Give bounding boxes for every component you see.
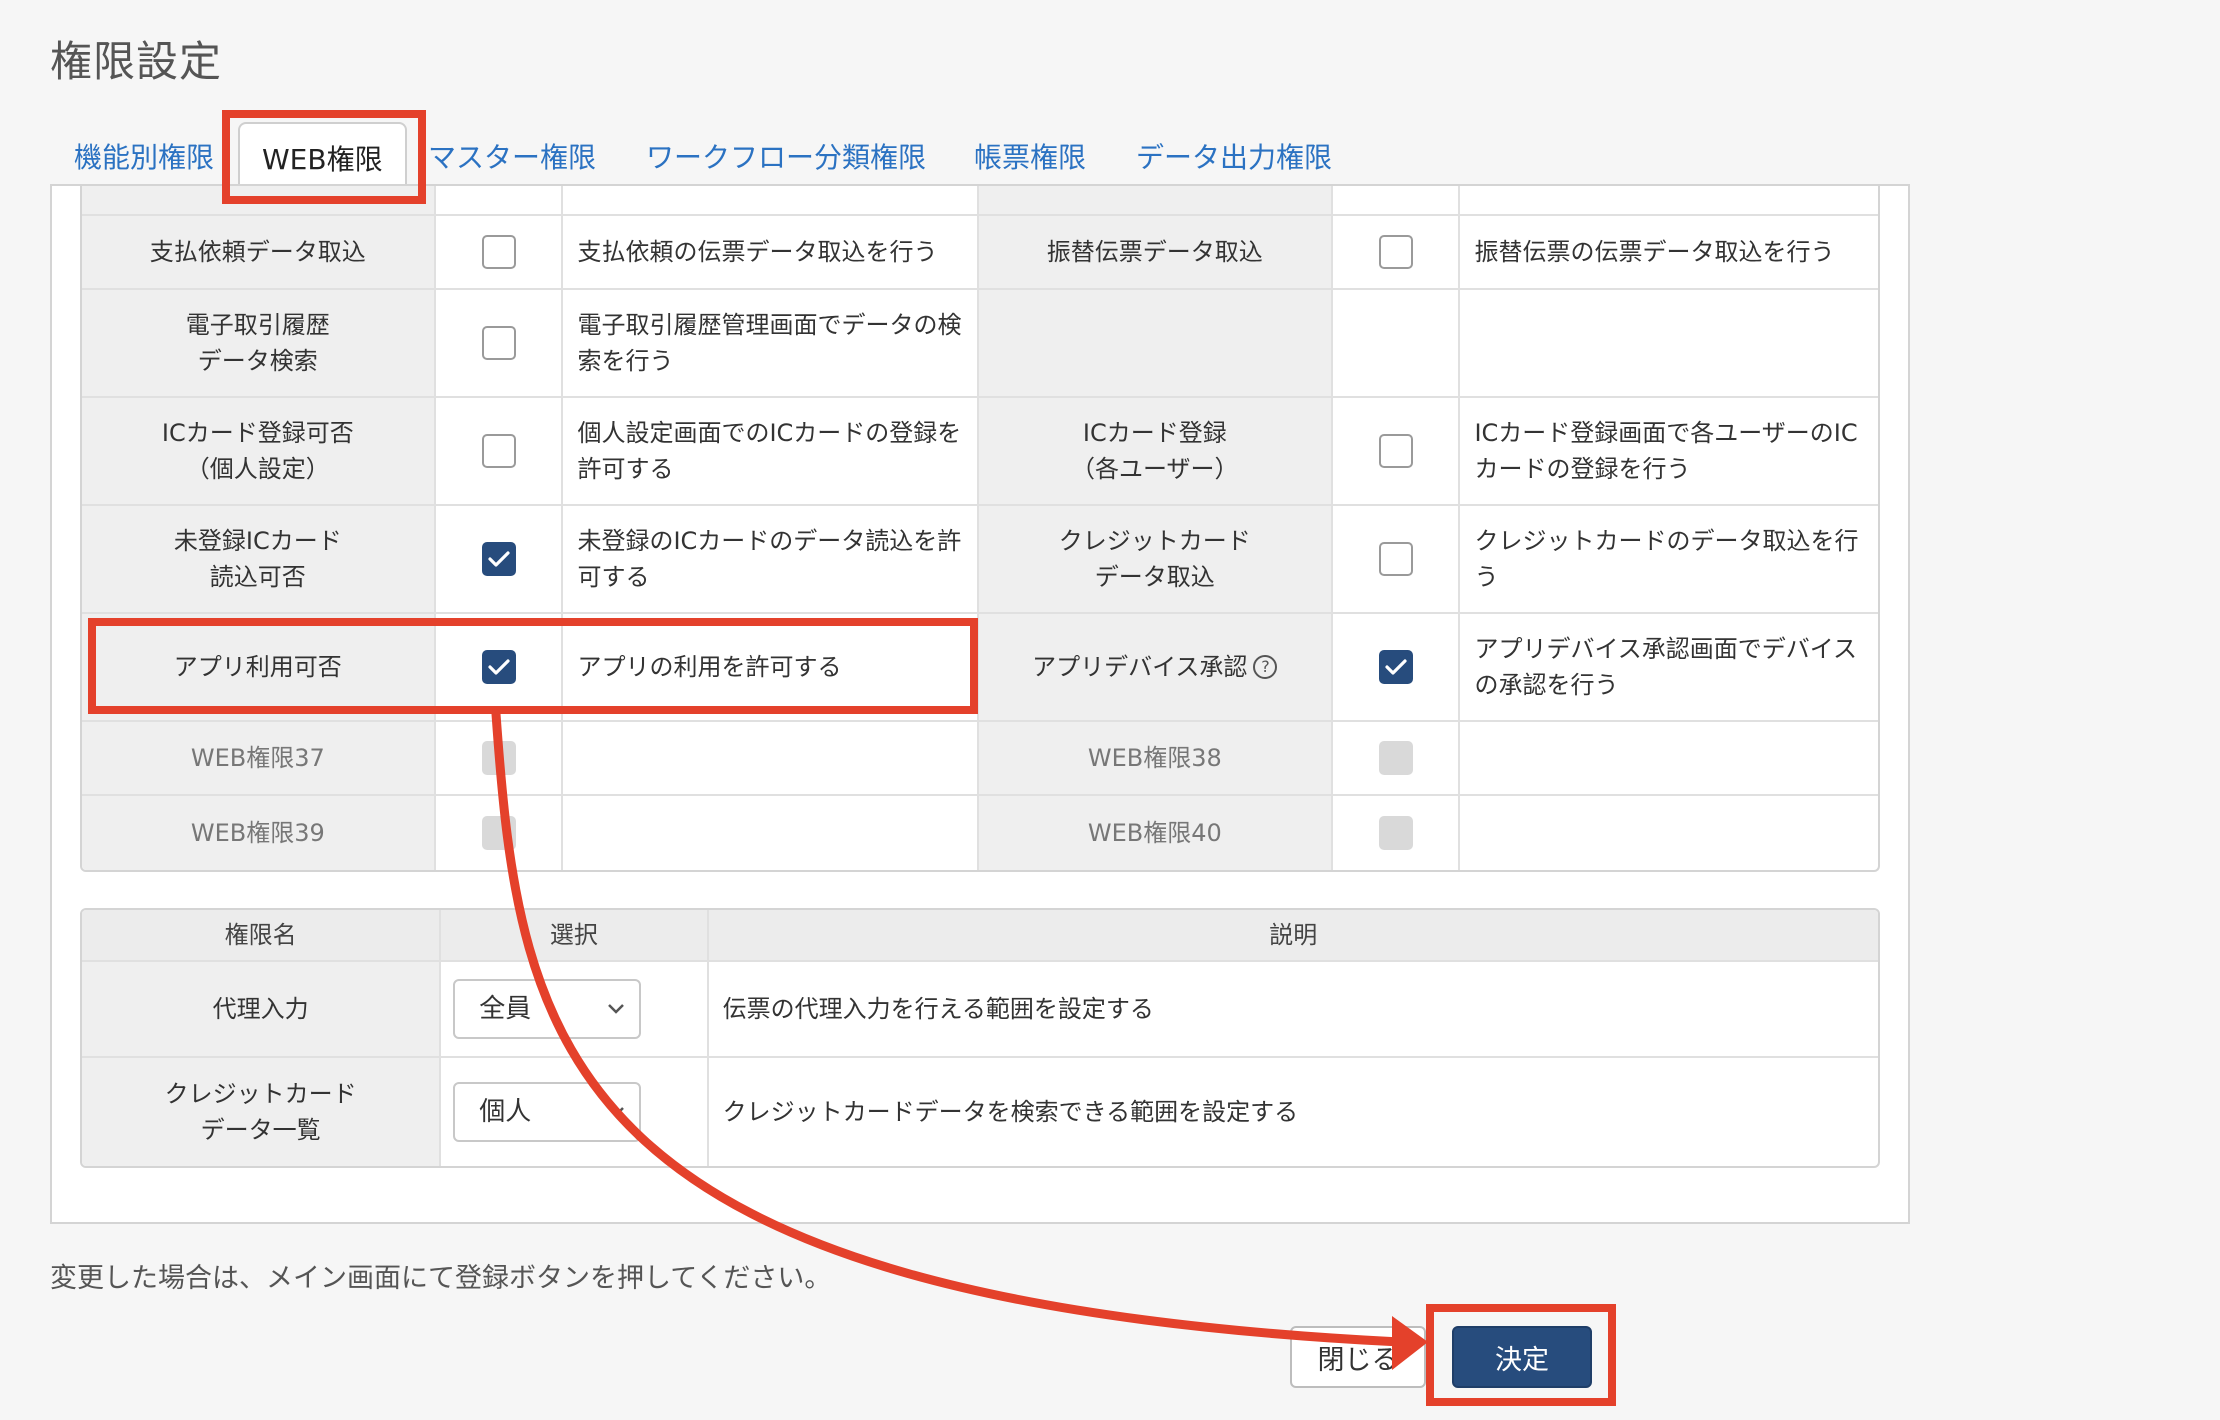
annotation-arrow [491,709,1428,1370]
